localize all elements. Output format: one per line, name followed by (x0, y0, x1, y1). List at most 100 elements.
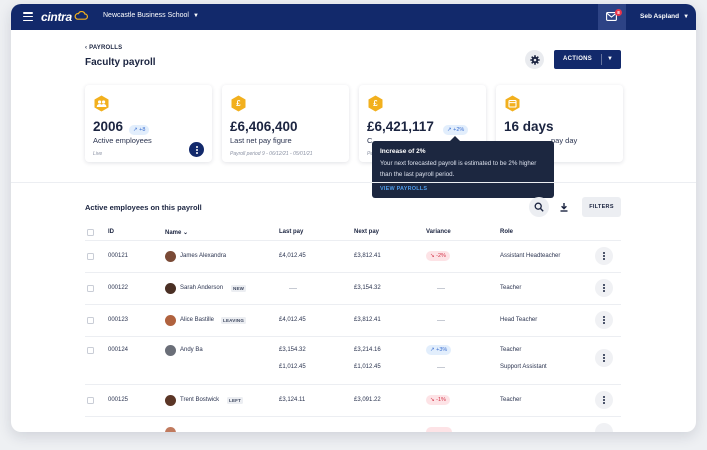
role: Teacher (500, 285, 522, 291)
row-menu-button[interactable] (595, 423, 613, 432)
status-badge: LEAVING (221, 317, 247, 324)
chevron-down-icon[interactable]: ▼ (607, 56, 613, 62)
next-pay: £3,812.41 (354, 317, 381, 323)
empty-value (437, 320, 445, 321)
last-pay: £4,012.45 (279, 317, 306, 323)
role: Head Teacher (500, 317, 538, 323)
card-label: Last net pay figure (230, 136, 292, 145)
last-pay: £3,154.32 (279, 347, 306, 353)
role: Teacher (500, 347, 522, 353)
row-checkbox[interactable] (87, 285, 94, 292)
card-sub: Live (93, 151, 103, 157)
next-pay: £3,091.22 (354, 397, 381, 403)
forecast-tooltip: Increase of 2% Your next forecasted payr… (372, 136, 554, 198)
row-divider (85, 272, 621, 273)
employee-name[interactable]: Andy Ba (180, 347, 203, 353)
school-name: Newcastle Business School (103, 12, 189, 19)
filters-button[interactable]: FILTERS (582, 197, 621, 217)
empty-value (437, 288, 445, 289)
employee-name[interactable]: Alice Bastille (180, 317, 214, 323)
row-menu-button[interactable] (595, 247, 613, 265)
view-payrolls-link[interactable]: VIEW PAYROLLS (380, 186, 427, 192)
role: Assistant Headteacher (500, 253, 561, 259)
gear-icon (529, 54, 540, 65)
last-pay: £4,012.45 (279, 253, 306, 259)
logo: cintra (41, 10, 72, 24)
chevron-down-icon: ⌄ (183, 230, 189, 236)
row-checkbox[interactable] (87, 347, 94, 354)
row-divider (85, 304, 621, 305)
column-header-role: Role (500, 229, 514, 235)
column-header-id: ID (108, 229, 114, 235)
mail-badge: 8 (615, 9, 622, 16)
school-selector[interactable]: Newcastle Business School ▼ (103, 12, 199, 19)
card-last-net-pay: £ £6,406,400 Last net pay figure Payroll… (222, 85, 349, 162)
tooltip-body: Your next forecasted payroll is estimate… (380, 160, 537, 178)
row-divider (85, 384, 621, 385)
settings-button[interactable] (525, 50, 544, 69)
avatar (165, 315, 176, 326)
column-header-name-label: Name (165, 230, 182, 236)
chevron-down-icon: ▼ (683, 14, 690, 20)
page-title: Faculty payroll (85, 57, 156, 68)
avatar (165, 283, 176, 294)
download-button[interactable] (554, 197, 574, 217)
more-icon (603, 315, 605, 326)
pound-icon: £ (230, 95, 247, 112)
avatar (165, 427, 176, 432)
row-menu-button[interactable] (595, 279, 613, 297)
status-badge: NEW (231, 285, 247, 292)
empty-value (289, 288, 297, 289)
actions-label: ACTIONS (563, 56, 593, 62)
row-menu-button[interactable] (595, 311, 613, 329)
card-label: Active employees (93, 136, 152, 145)
row-menu-button[interactable] (595, 391, 613, 409)
chip-text: +2% (453, 127, 465, 133)
breadcrumb[interactable]: ‹ PAYROLLS (85, 45, 122, 51)
column-header-last-pay: Last pay (279, 229, 304, 235)
table-title: Active employees on this payroll (85, 203, 202, 212)
search-button[interactable] (529, 197, 549, 217)
menu-icon[interactable] (23, 12, 33, 22)
people-icon (93, 95, 110, 112)
calendar-icon (504, 95, 521, 112)
employee-id: 000125 (108, 397, 129, 403)
tooltip-title: Increase of 2% (380, 148, 426, 155)
card-value: 2006 (93, 119, 124, 134)
more-icon (603, 283, 605, 294)
role: Teacher (500, 397, 522, 403)
row-menu-button[interactable] (595, 349, 613, 367)
variance-value: +3% (436, 347, 448, 353)
column-header-name[interactable]: Name ⌄ (165, 229, 188, 236)
row-checkbox[interactable] (87, 397, 94, 404)
row-checkbox[interactable] (87, 253, 94, 260)
variance-value: -2% (436, 253, 446, 259)
section-divider (11, 182, 696, 183)
card-value: £6,421,117 (367, 119, 434, 134)
employee-name[interactable]: Trent Bostwick (180, 397, 219, 403)
status-badge: LEFT (227, 397, 244, 404)
mail-button[interactable]: 8 (598, 4, 626, 30)
card-label: pay day (551, 136, 578, 145)
trend-chip[interactable]: ↗ +2% (443, 125, 469, 135)
card-value: £6,406,400 (230, 119, 298, 134)
row-checkbox[interactable] (87, 317, 94, 324)
select-all-checkbox[interactable] (87, 229, 94, 236)
actions-button[interactable]: ACTIONS ▼ (554, 50, 621, 69)
trend-chip: ↗ +8 (129, 125, 150, 135)
more-icon (603, 353, 605, 364)
next-pay: £3,812.41 (354, 253, 381, 259)
next-pay: £3,154.32 (354, 285, 381, 291)
user-menu[interactable]: Seb Aspland ▼ (640, 13, 689, 20)
employee-name[interactable]: James Alexandra (180, 253, 226, 259)
employee-name[interactable]: Sarah Anderson (180, 285, 223, 291)
empty-value (437, 367, 445, 368)
divider (601, 54, 602, 65)
more-button[interactable] (189, 142, 204, 157)
next-pay-secondary: £1,012.45 (354, 364, 381, 370)
cloud-icon (74, 11, 88, 20)
last-pay: £3,124.11 (279, 397, 306, 403)
app-window: cintra Newcastle Business School ▼ 8 Seb … (11, 4, 696, 432)
role-secondary: Support Assistant (500, 364, 547, 370)
avatar (165, 395, 176, 406)
